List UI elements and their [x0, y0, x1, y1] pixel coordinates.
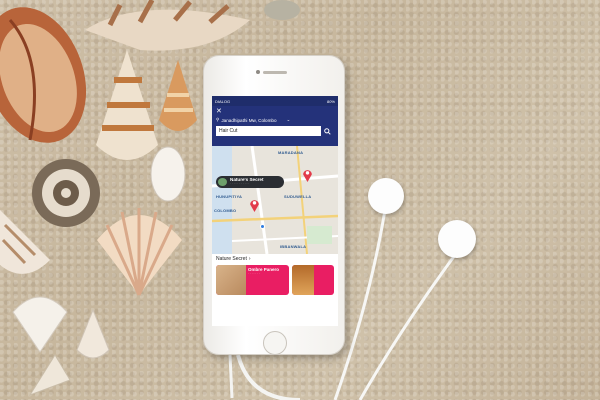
- search-button[interactable]: [321, 126, 334, 136]
- app-screen: DIALOG 80% ✕ ⚲ Janadhipathi Mw, Colombo …: [212, 96, 338, 326]
- front-camera: [256, 70, 260, 74]
- home-button[interactable]: [263, 331, 287, 355]
- map-label: MARADANA: [278, 150, 304, 155]
- smartphone: DIALOG 80% ✕ ⚲ Janadhipathi Mw, Colombo …: [203, 55, 345, 355]
- place-callout[interactable]: Nature's Secret · · · · · · · · · · ·: [216, 176, 284, 188]
- offer-card[interactable]: [291, 265, 334, 295]
- location-pin-icon: ⚲: [216, 117, 220, 122]
- offer-card-image: [291, 265, 314, 295]
- map-label: COLOMBO: [214, 208, 237, 213]
- right-earbud: [438, 220, 476, 258]
- salon-logo-icon: [218, 178, 227, 186]
- offer-card-image: [216, 265, 246, 295]
- app-header: ✕ ⚲ Janadhipathi Mw, Colombo ⌄ Hair Cut: [212, 106, 338, 146]
- map-label: SUDUWELLA: [284, 194, 312, 199]
- carrier-label: DIALOG: [215, 98, 231, 104]
- close-icon[interactable]: ✕: [216, 108, 334, 116]
- section-title: Nature Secret: [216, 256, 247, 262]
- search-input[interactable]: Hair Cut: [216, 126, 321, 136]
- map-label: HUNUPITIYA: [216, 194, 243, 199]
- location-selector[interactable]: ⚲ Janadhipathi Mw, Colombo ⌄: [216, 117, 334, 123]
- map-roads: [212, 146, 338, 254]
- map-pin-icon[interactable]: [302, 168, 313, 182]
- status-bar: DIALOG 80%: [212, 96, 338, 106]
- map-pin-icon[interactable]: [249, 198, 260, 212]
- map-label: IBBANWALA: [280, 244, 307, 249]
- location-label: Janadhipathi Mw, Colombo: [221, 117, 277, 123]
- left-earbud: [368, 178, 404, 214]
- chevron-down-icon: ⌄: [286, 117, 291, 122]
- offer-cards: Ombre Panero · · · · · · ·: [216, 265, 334, 295]
- search-icon: [324, 127, 331, 135]
- earpiece-speaker: [263, 71, 287, 74]
- results-section: Nature Secret › Ombre Panero · · · · · ·…: [212, 254, 338, 297]
- beach-sand-background: DIALOG 80% ✕ ⚲ Janadhipathi Mw, Colombo …: [0, 0, 600, 400]
- search-bar: Hair Cut: [216, 126, 334, 136]
- offer-card[interactable]: Ombre Panero · · · · · · ·: [216, 265, 289, 295]
- offer-card-details: · · · · · · ·: [248, 271, 260, 275]
- callout-subtitle: · · · · · · · · · · ·: [230, 181, 250, 185]
- section-header[interactable]: Nature Secret ›: [216, 256, 334, 262]
- battery-label: 80%: [326, 98, 335, 104]
- chevron-right-icon: ›: [248, 256, 251, 262]
- current-location-icon: [260, 224, 265, 229]
- map-view[interactable]: MARADANA HUNUPITIYA SUDUWELLA COLOMBO IB…: [212, 146, 338, 254]
